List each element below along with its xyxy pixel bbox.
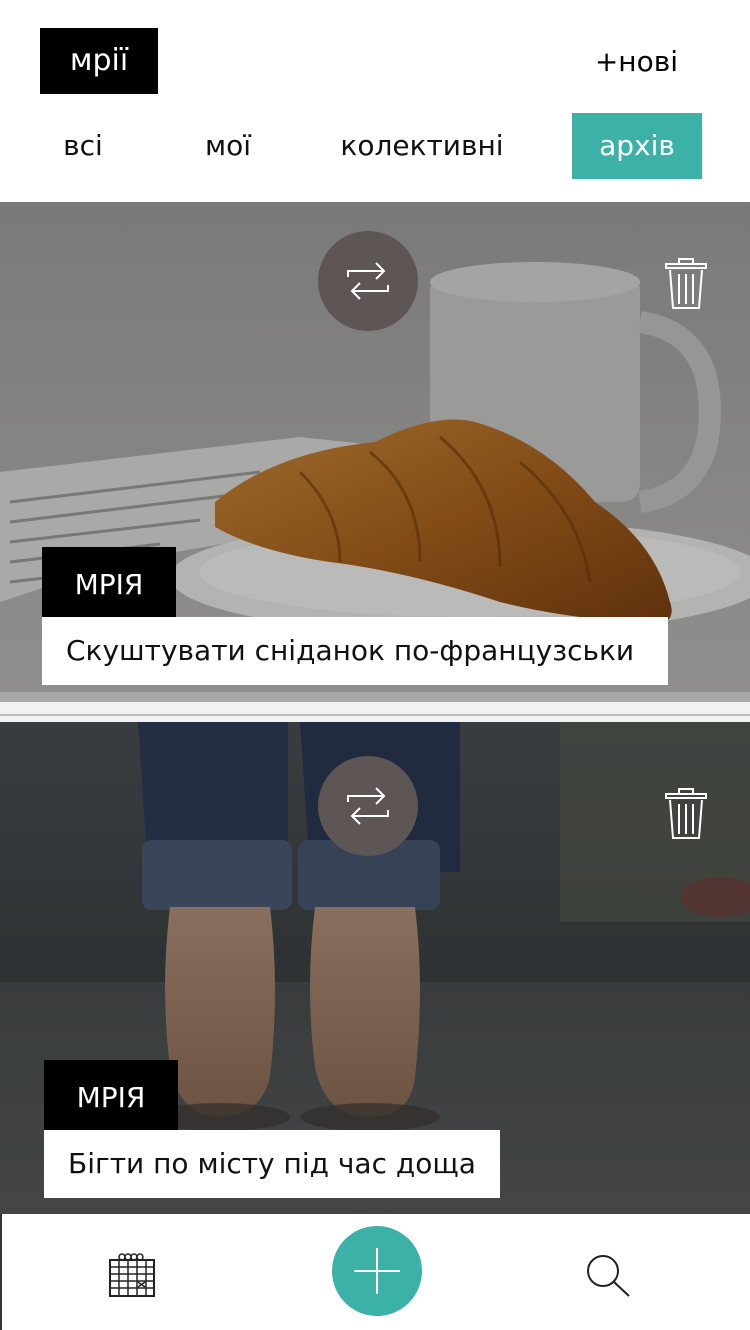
- tab-archive[interactable]: архів: [572, 113, 702, 179]
- dream-badge: МРІЯ: [44, 1060, 178, 1130]
- filter-tabs: всі мої колективні архів: [0, 113, 750, 179]
- repeat-button[interactable]: [318, 231, 418, 331]
- trash-icon[interactable]: [664, 258, 708, 310]
- trash-icon[interactable]: [664, 788, 708, 840]
- plus-icon: [354, 1248, 400, 1294]
- new-dreams-link[interactable]: +нові: [595, 44, 678, 80]
- add-dream-button[interactable]: [332, 1226, 422, 1316]
- search-icon[interactable]: [584, 1252, 632, 1298]
- dream-badge: МРІЯ: [42, 547, 176, 617]
- card-divider: [0, 702, 750, 722]
- repeat-button[interactable]: [318, 756, 418, 856]
- top-header: мрії +нові всі мої колективні архів: [0, 0, 750, 200]
- tab-collective[interactable]: колективні: [330, 113, 514, 179]
- repeat-icon: [347, 787, 389, 825]
- dream-card[interactable]: МРІЯ Скуштувати сніданок по-французськи: [0, 202, 750, 702]
- tab-all[interactable]: всі: [40, 113, 126, 179]
- tab-mine[interactable]: мої: [186, 113, 270, 179]
- dream-caption: Скуштувати сніданок по-французськи: [42, 617, 668, 685]
- calendar-icon[interactable]: [108, 1252, 156, 1298]
- bottom-nav-bar: [0, 1214, 750, 1330]
- repeat-icon: [347, 262, 389, 300]
- dream-caption: Бігти по місту під час доща: [44, 1130, 500, 1198]
- app-logo[interactable]: мрії: [40, 28, 158, 94]
- dream-card[interactable]: МРІЯ Бігти по місту під час доща: [0, 722, 750, 1214]
